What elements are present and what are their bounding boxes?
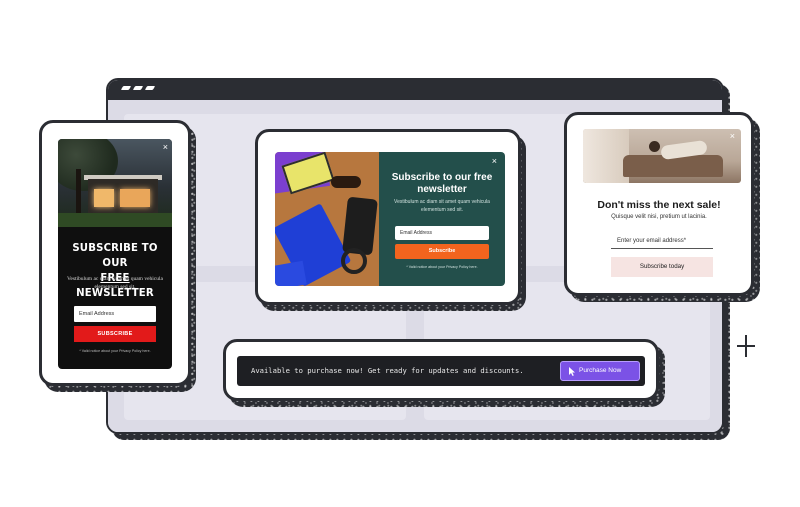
newsletter-panel: × Subscribe to our free newsletter Vesti…	[379, 152, 505, 286]
subscribe-button[interactable]: Subscribe	[395, 244, 489, 259]
living-room-photo: ×	[583, 129, 741, 183]
window-dots-icon	[120, 86, 156, 90]
privacy-notice: * Valid notice about your Privacy Policy…	[79, 349, 151, 353]
sale-subtitle: Quisque velit nisi, pretium ut lacinia.	[611, 214, 707, 220]
plus-icon	[737, 335, 755, 357]
purchase-bar-card: Available to purchase now! Get ready for…	[223, 339, 659, 401]
mobile-popup-card: × SUBSCRIBE TO OUR FREE NEWSLETTER Vesti…	[39, 120, 191, 386]
purchase-bar: Available to purchase now! Get ready for…	[237, 356, 645, 386]
purchase-now-label: Purchase Now	[579, 367, 622, 374]
purchase-message: Available to purchase now! Get ready for…	[251, 366, 524, 375]
mobile-popup-title: SUBSCRIBE TO OUR FREE NEWSLETTER	[72, 241, 158, 299]
newsletter-body: Vestibulum ac diam sit amet quam vehicul…	[394, 199, 490, 213]
house-photo: ×	[58, 139, 172, 227]
privacy-notice: * Valid notice about your Privacy Policy…	[406, 265, 478, 269]
email-field[interactable]: Email Address	[74, 306, 156, 322]
sale-popup-card: × Don't miss the next sale! Quisque veli…	[564, 112, 754, 296]
mobile-popup: × SUBSCRIBE TO OUR FREE NEWSLETTER Vesti…	[58, 139, 172, 369]
purchase-now-button[interactable]: Purchase Now	[560, 361, 640, 381]
sale-title: Don't miss the next sale!	[597, 199, 721, 211]
newsletter-popup-card: × Subscribe to our free newsletter Vesti…	[255, 129, 521, 305]
mobile-popup-body: Vestibulum ac diam sit amet quam vehicul…	[67, 276, 163, 290]
email-field[interactable]: Email Address	[395, 226, 489, 240]
close-icon[interactable]: ×	[730, 131, 735, 141]
cursor-icon	[569, 367, 575, 376]
desk-photo	[275, 152, 379, 286]
email-field[interactable]: Enter your email address*	[611, 233, 713, 249]
newsletter-title: Subscribe to our free newsletter	[391, 172, 493, 195]
newsletter-popup: × Subscribe to our free newsletter Vesti…	[275, 152, 505, 286]
close-icon[interactable]: ×	[163, 142, 168, 152]
window-titlebar	[108, 80, 722, 100]
subscribe-today-button[interactable]: Subscribe today	[611, 257, 713, 277]
subscribe-button[interactable]: SUBSCRIBE	[74, 326, 156, 342]
close-icon[interactable]: ×	[492, 156, 497, 166]
